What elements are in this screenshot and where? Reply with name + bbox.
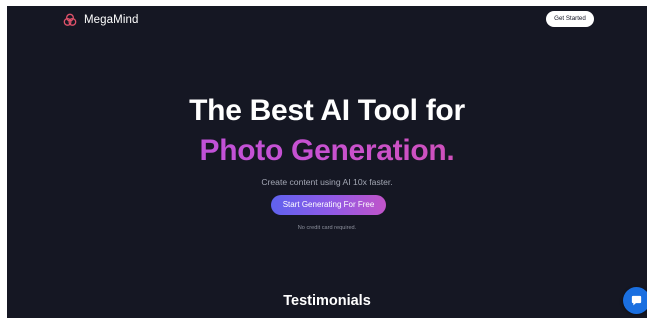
chat-widget-button[interactable] [623, 287, 647, 314]
testimonials-heading: Testimonials [283, 293, 371, 309]
site-header: MegaMind Get Started [7, 6, 647, 32]
get-started-button[interactable]: Get Started [546, 11, 594, 27]
hero-title-line-1: The Best AI Tool for [189, 94, 465, 127]
hero-title-line-2: Photo Generation. [7, 134, 647, 168]
start-generating-button[interactable]: Start Generating For Free [271, 195, 386, 215]
chat-bubble-icon [631, 295, 642, 306]
brand-logo-link[interactable]: MegaMind [63, 12, 139, 28]
page: MegaMind Get Started The Best AI Tool fo… [7, 6, 647, 318]
no-credit-card-note: No credit card required. [297, 225, 357, 231]
hero-subtitle: Create content using AI 10x faster. [261, 177, 393, 187]
brand-name: MegaMind [84, 14, 139, 26]
trefoil-logo-icon [63, 13, 77, 26]
